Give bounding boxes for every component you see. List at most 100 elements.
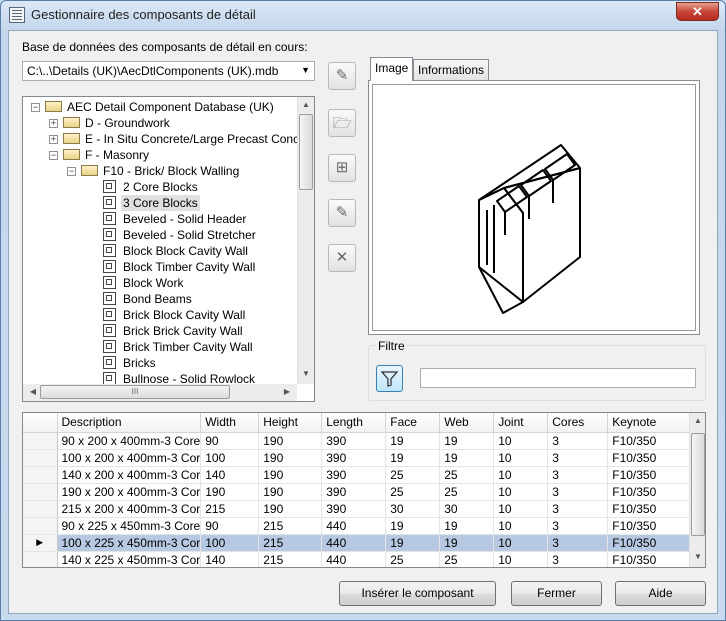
table-cell: 25 <box>439 483 495 501</box>
tree-item-label: Block Timber Cavity Wall <box>123 260 256 274</box>
folder-open-icon: 🗁 <box>333 115 352 132</box>
table-cell: 390 <box>321 483 387 501</box>
table-cell: 19 <box>385 432 441 450</box>
database-path: C:\..\Details (UK)\AecDtlComponents (UK)… <box>27 64 279 78</box>
component-tree[interactable]: − AEC Detail Component Database (UK) + D … <box>22 96 315 402</box>
tree-item-label: Beveled - Solid Stretcher <box>123 228 256 242</box>
title-bar[interactable]: Gestionnaire des composants de détail ✕ <box>1 1 725 29</box>
row-header[interactable] <box>23 500 58 518</box>
table-row[interactable]: 90 x 200 x 400mm-3 Core 90 190 390 19 19 10 3 F1… <box>23 432 695 450</box>
row-header[interactable] <box>23 449 58 467</box>
close-window-button[interactable]: ✕ <box>676 2 719 21</box>
table-cell: 3 <box>547 449 609 467</box>
table-row[interactable]: 140 x 225 x 450mm-3 Cor 140 215 440 25 25 10 3 F… <box>23 551 695 567</box>
scroll-thumb[interactable]: III <box>40 385 230 399</box>
table-cell: 3 <box>547 432 609 450</box>
column-header[interactable]: Face <box>385 413 441 433</box>
table-cell: 3 <box>547 551 609 567</box>
tab-image[interactable]: Image <box>370 57 414 81</box>
scroll-thumb[interactable] <box>299 114 313 190</box>
tab-informations[interactable]: Informations <box>413 59 490 80</box>
table-cell: 190 <box>258 500 323 518</box>
edit-database-button[interactable]: ✎ <box>328 62 356 90</box>
tree-item-label: Block Work <box>123 276 184 290</box>
filter-input[interactable] <box>420 368 696 388</box>
table-cell: 10 <box>493 466 549 484</box>
table-cell: 90 x 200 x 400mm-3 Core <box>57 432 202 450</box>
table-cell: 140 <box>200 466 260 484</box>
scroll-down-icon[interactable]: ▼ <box>690 552 705 561</box>
insert-component-button[interactable]: Insérer le composant <box>339 581 496 606</box>
block-component-icon <box>103 260 116 273</box>
add-component-button[interactable]: ⊞ <box>328 154 356 182</box>
table-cell: 19 <box>385 534 441 552</box>
column-header[interactable]: Width <box>200 413 260 433</box>
column-header[interactable]: Joint <box>493 413 549 433</box>
table-cell: 19 <box>439 517 495 535</box>
scroll-right-icon[interactable]: ▶ <box>279 387 295 396</box>
row-header[interactable] <box>23 483 58 501</box>
row-header-corner <box>23 413 58 433</box>
row-header[interactable] <box>23 466 58 484</box>
database-select[interactable]: C:\..\Details (UK)\AecDtlComponents (UK)… <box>22 61 315 81</box>
close-button[interactable]: Fermer <box>511 581 602 606</box>
row-header[interactable] <box>23 432 58 450</box>
collapse-icon[interactable]: − <box>31 103 40 112</box>
table-row[interactable]: ▶ 100 x 225 x 450mm-3 Cor 100 215 440 19 19 10 3… <box>23 534 695 552</box>
edit-component-button[interactable]: ✎ <box>328 199 356 227</box>
table-vertical-scrollbar[interactable]: ▲ ▼ <box>689 413 705 567</box>
expand-icon[interactable]: − <box>49 151 58 160</box>
filter-button[interactable] <box>376 365 403 392</box>
table-cell: 390 <box>321 432 387 450</box>
column-header[interactable]: Cores <box>547 413 609 433</box>
tree-group-label: D - Groundwork <box>85 116 170 130</box>
table-cell: F10/350 <box>607 551 695 567</box>
table-row[interactable]: 140 x 200 x 400mm-3 Cor 140 190 390 25 25 10 3 F… <box>23 466 695 484</box>
table-cell: 25 <box>385 466 441 484</box>
table-cell: 140 <box>200 551 260 567</box>
collapse-icon[interactable]: − <box>67 167 76 176</box>
scroll-left-icon[interactable]: ◀ <box>25 387 41 396</box>
chevron-down-icon[interactable]: ▼ <box>301 65 310 75</box>
column-header[interactable]: Length <box>321 413 387 433</box>
tree-horizontal-scrollbar[interactable]: ◀ III ▶ <box>23 384 297 401</box>
column-header[interactable]: Keynote <box>607 413 695 433</box>
table-row[interactable]: 190 x 200 x 400mm-3 Cor 190 190 390 25 25 10 3 F… <box>23 483 695 501</box>
table-row[interactable]: 90 x 225 x 450mm-3 Core 90 215 440 19 19 10 3 F1… <box>23 517 695 535</box>
row-header[interactable] <box>23 517 58 535</box>
add-component-icon: ⊞ <box>335 159 349 176</box>
window-title: Gestionnaire des composants de détail <box>31 7 256 22</box>
expand-icon[interactable]: + <box>49 135 58 144</box>
table-cell: 215 <box>258 517 323 535</box>
table-cell: 10 <box>493 449 549 467</box>
block-component-icon <box>103 292 116 305</box>
tree-group-label: E - In Situ Concrete/Large Precast Concr… <box>85 132 315 146</box>
table-cell: 10 <box>493 500 549 518</box>
scroll-down-icon[interactable]: ▼ <box>298 369 314 378</box>
row-header[interactable] <box>23 551 58 567</box>
table-cell: 19 <box>385 517 441 535</box>
tree-vertical-scrollbar[interactable]: ▲ ▼ <box>297 97 314 384</box>
column-header[interactable]: Web <box>439 413 495 433</box>
table-cell: 100 <box>200 534 260 552</box>
row-header[interactable]: ▶ <box>23 534 58 552</box>
database-edit-icon: ✎ <box>335 67 349 84</box>
table-row[interactable]: 215 x 200 x 400mm-3 Cor 215 190 390 30 30 10 3 F… <box>23 500 695 518</box>
table: Description Width Height Length Face Web Joint… <box>23 413 695 567</box>
scroll-up-icon[interactable]: ▲ <box>298 100 314 109</box>
expand-icon[interactable]: + <box>49 119 58 128</box>
table-cell: F10/350 <box>607 483 695 501</box>
delete-button[interactable]: ✕ <box>328 244 356 272</box>
column-header[interactable]: Description <box>57 413 202 433</box>
table-cell: 100 x 200 x 400mm-3 Cor <box>57 449 202 467</box>
scroll-up-icon[interactable]: ▲ <box>690 416 705 425</box>
component-table[interactable]: Description Width Height Length Face Web Joint… <box>22 412 706 568</box>
table-cell: 390 <box>321 500 387 518</box>
scroll-thumb[interactable] <box>691 433 705 536</box>
table-row[interactable]: 100 x 200 x 400mm-3 Cor 100 190 390 19 19 10 3 F… <box>23 449 695 467</box>
help-button[interactable]: Aide <box>615 581 706 606</box>
block-component-icon <box>103 308 116 321</box>
column-header[interactable]: Height <box>258 413 323 433</box>
table-cell: 215 <box>258 551 323 567</box>
open-folder-button[interactable]: 🗁 <box>328 109 356 137</box>
